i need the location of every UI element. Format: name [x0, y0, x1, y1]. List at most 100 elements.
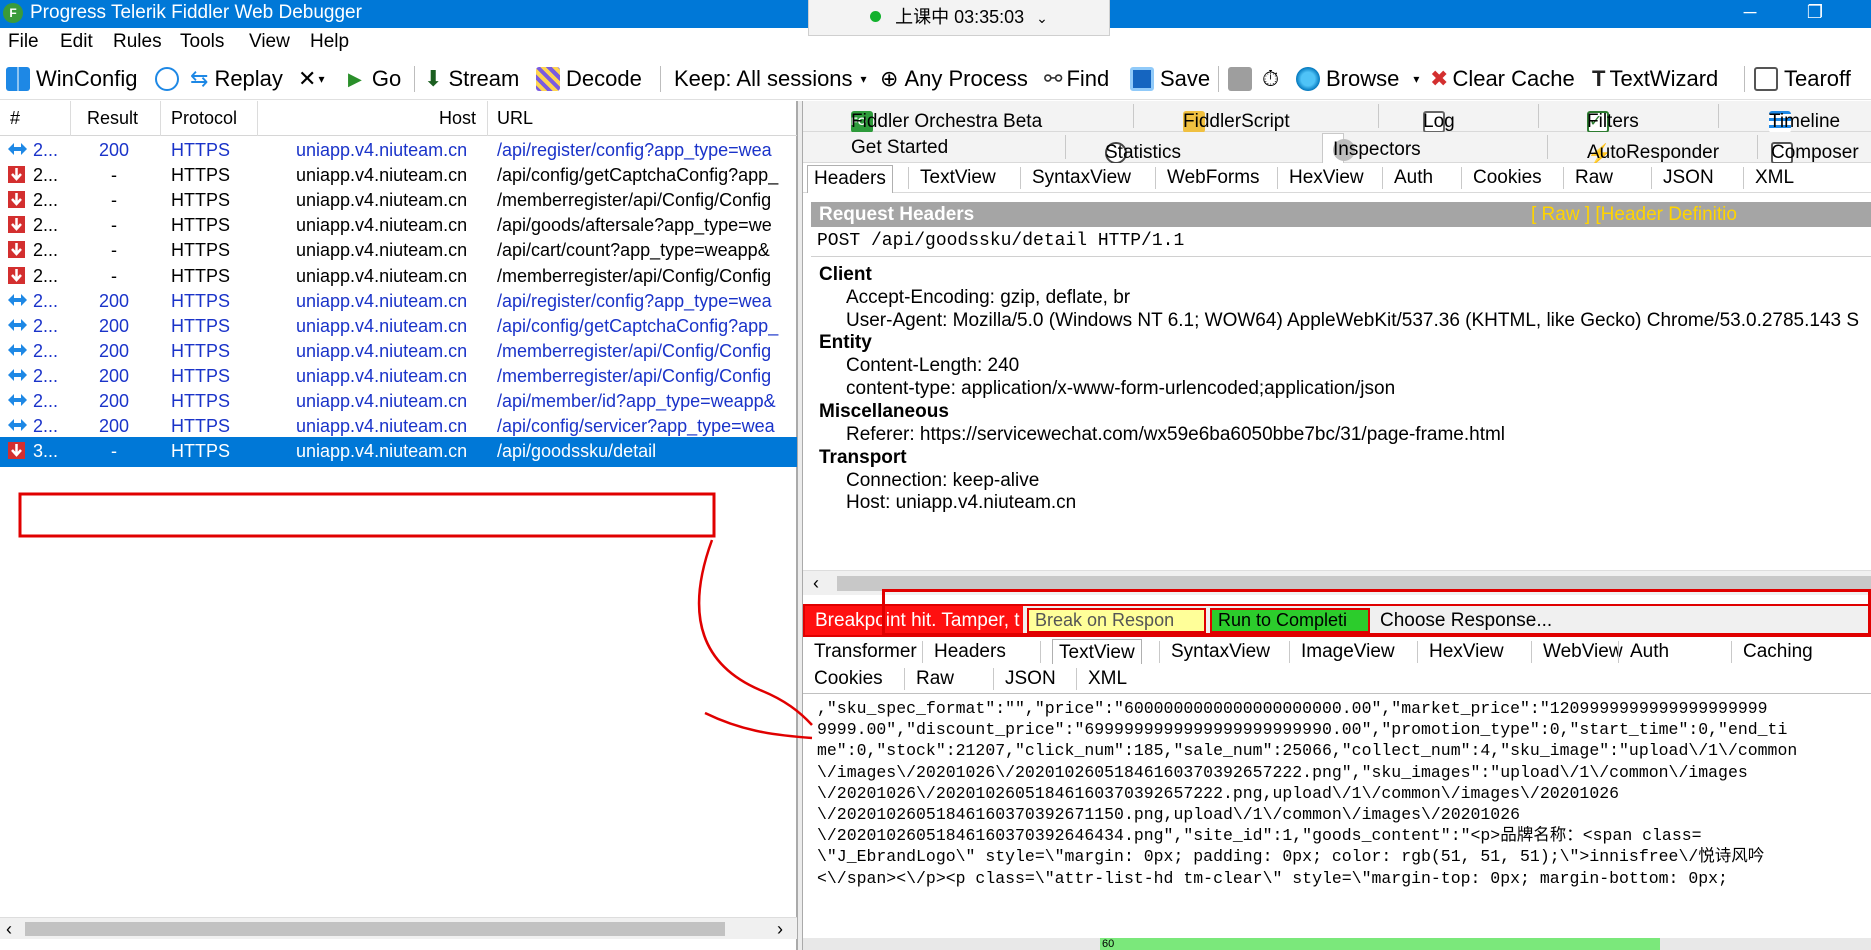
response-tab-textview[interactable]: TextView — [1052, 639, 1142, 667]
response-tab-auth[interactable]: Auth — [1630, 641, 1669, 663]
restore-button[interactable]: ❐ — [1790, 0, 1840, 26]
request-tab-cookies[interactable]: Cookies — [1473, 167, 1542, 189]
menu-rules[interactable]: Rules — [113, 31, 162, 53]
request-tab-syntaxview[interactable]: SyntaxView — [1032, 167, 1131, 189]
response-tab-transformer[interactable]: Transformer — [814, 641, 917, 663]
menu-tools[interactable]: Tools — [180, 31, 224, 53]
response-tab-caching[interactable]: Caching — [1743, 641, 1813, 663]
request-tab-textview[interactable]: TextView — [920, 167, 996, 189]
tab-get-started[interactable]: Get Started — [851, 137, 948, 159]
any-process-button[interactable]: ⊕ Any Process — [880, 64, 1028, 94]
response-body-line: \/images\/20201026\/20201026051846160370… — [817, 762, 1748, 782]
minimize-button[interactable]: ─ — [1725, 0, 1775, 26]
session-host: uniapp.v4.niuteam.cn — [296, 416, 468, 437]
session-row[interactable]: 3... - HTTPS uniapp.v4.niuteam.cn/api/goods… — [0, 437, 797, 468]
column-result[interactable]: Result — [87, 108, 138, 129]
remove-button[interactable]: ✕ ▾ — [298, 64, 324, 94]
menu-help[interactable]: Help — [310, 31, 349, 53]
decode-icon — [536, 67, 560, 91]
textwizard-button[interactable]: T TextWizard — [1592, 64, 1718, 94]
tearoff-button[interactable]: Tearoff — [1754, 64, 1851, 94]
comment-button[interactable] — [155, 64, 185, 94]
session-result: - — [111, 265, 117, 286]
response-tab-imageview[interactable]: ImageView — [1301, 641, 1395, 663]
scroll-right-icon[interactable]: › — [777, 918, 783, 940]
session-result: 200 — [98, 290, 130, 311]
request-tab-webforms[interactable]: WebForms — [1167, 167, 1260, 189]
response-tab-json[interactable]: JSON — [1005, 668, 1056, 690]
winconfig-button[interactable]: WinConfig — [6, 64, 137, 94]
request-tabs: Headers TextView SyntaxView WebForms HexView… — [803, 163, 1871, 193]
header-group-miscellaneous[interactable]: Miscellaneous — [819, 401, 949, 423]
go-button[interactable]: ▶ Go — [348, 64, 401, 94]
request-tab-xml[interactable]: XML — [1755, 167, 1794, 189]
header-item[interactable]: Accept-Encoding: gzip, deflate, br — [846, 287, 1130, 309]
status-progress: 60 — [1100, 938, 1660, 950]
response-tab-cookies[interactable]: Cookies — [814, 668, 883, 690]
clear-cache-button[interactable]: ✖ Clear Cache — [1430, 64, 1575, 94]
response-tab-headers[interactable]: Headers — [934, 641, 1006, 663]
scroll-left-icon[interactable]: ‹ — [813, 571, 819, 595]
keep-sessions-dropdown[interactable]: Keep: All sessions ▾ — [674, 64, 867, 94]
breakpoint-paused-icon — [7, 240, 28, 259]
session-result: 200 — [98, 416, 130, 437]
response-tab-hexview[interactable]: HexView — [1429, 641, 1504, 663]
header-group-client[interactable]: Client — [819, 264, 872, 286]
header-group-entity[interactable]: Entity — [819, 332, 872, 354]
header-item[interactable]: Connection: keep-alive — [846, 470, 1039, 492]
replay-button[interactable]: ⇆ Replay — [190, 64, 283, 94]
top-tabs-row-1: FO Fiddler Orchestra Beta FiddlerScript L… — [803, 101, 1871, 133]
response-tab-xml[interactable]: XML — [1088, 668, 1127, 690]
request-tab-json[interactable]: JSON — [1663, 167, 1714, 189]
session-url: /api/config/getCaptchaConfig?app_ — [497, 315, 779, 336]
scrollbar-thumb[interactable] — [25, 922, 725, 936]
session-result: 200 — [98, 140, 130, 160]
column-url[interactable]: URL — [497, 108, 533, 129]
request-tab-raw[interactable]: Raw — [1575, 167, 1613, 189]
session-result: - — [111, 165, 117, 186]
header-item[interactable]: Content-Length: 240 — [846, 355, 1019, 377]
decode-button[interactable]: Decode — [536, 64, 642, 94]
request-tab-auth[interactable]: Auth — [1394, 167, 1433, 189]
response-textview[interactable]: ,"sku_spec_format":"","price":"600000000… — [811, 694, 1871, 937]
request-tab-hexview[interactable]: HexView — [1289, 167, 1364, 189]
header-item[interactable]: content-type: application/x-www-form-url… — [846, 378, 1395, 400]
status-bar: 60 — [803, 938, 1871, 950]
column-host[interactable]: Host — [439, 108, 476, 129]
header-item[interactable]: Referer: https://servicewechat.com/wx59e… — [846, 424, 1505, 446]
response-body-line: \"J_EbrandLogo\" style=\"margin: 0px; pa… — [817, 847, 1765, 867]
browser-icon — [1296, 67, 1320, 91]
browse-button[interactable]: Browse ▾ — [1296, 64, 1419, 94]
menu-file[interactable]: File — [8, 31, 39, 53]
class-status-bar[interactable]: 上课中 03:35:03 ⌄ — [808, 0, 1110, 36]
fiddler-window: F Progress Telerik Fiddler Web Debugger … — [0, 0, 1871, 950]
raw-header-definitions-links[interactable]: [ Raw ] [Header Definitio — [1531, 202, 1737, 227]
sessions-horizontal-scrollbar[interactable]: ‹ › — [0, 917, 797, 939]
header-item[interactable]: User-Agent: Mozilla/5.0 (Windows NT 6.1;… — [846, 310, 1859, 332]
scroll-left-icon[interactable]: ‹ — [6, 918, 12, 940]
response-body-line: \/20201026\/2020102605184616037039265722… — [817, 783, 1620, 803]
session-host: uniapp.v4.niuteam.cn — [296, 240, 468, 261]
crosshair-icon: ⊕ — [880, 66, 899, 91]
column-protocol[interactable]: Protocol — [171, 108, 237, 129]
menu-view[interactable]: View — [249, 31, 290, 53]
response-tab-syntaxview[interactable]: SyntaxView — [1171, 641, 1270, 663]
screenshot-button[interactable] — [1228, 64, 1258, 94]
save-button[interactable]: Save — [1130, 64, 1210, 94]
tab-inspectors[interactable]: Inspectors — [1322, 133, 1421, 163]
stream-button[interactable]: ⬇ Stream — [424, 64, 519, 94]
header-group-transport[interactable]: Transport — [819, 447, 907, 469]
textwizard-icon: T — [1592, 66, 1606, 91]
header-item[interactable]: Host: uniapp.v4.niuteam.cn — [846, 492, 1076, 514]
session-url: /memberregister/api/Config/Config — [497, 365, 772, 386]
session-num: 3... — [33, 441, 59, 462]
timer-button[interactable]: ⏱ — [1262, 64, 1279, 94]
find-button[interactable]: ⚯ Find — [1044, 64, 1109, 94]
response-tab-webview[interactable]: WebView — [1543, 641, 1623, 663]
column-num[interactable]: # — [10, 108, 20, 129]
breakpoint-paused-icon — [7, 165, 28, 184]
request-tab-headers[interactable]: Headers — [807, 165, 893, 193]
response-tab-raw[interactable]: Raw — [916, 668, 954, 690]
session-protocol: HTTPS — [171, 391, 231, 411]
menu-edit[interactable]: Edit — [60, 31, 93, 53]
